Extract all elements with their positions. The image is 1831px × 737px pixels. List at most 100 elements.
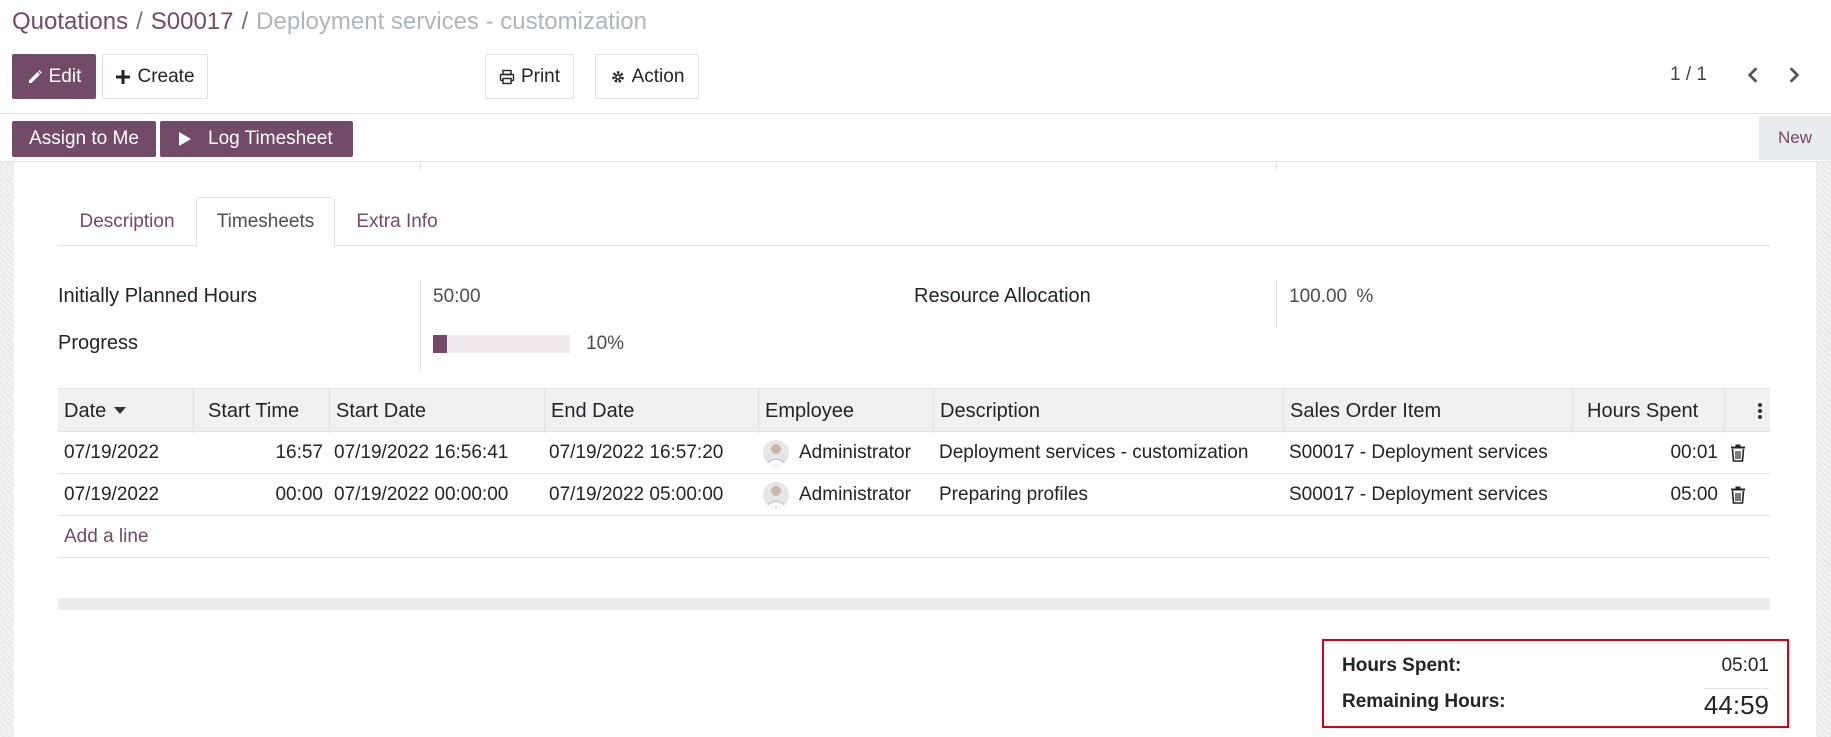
table-row[interactable]: 07/19/2022 16:57 07/19/2022 16:56:41 07/… — [58, 432, 1770, 474]
hours-spent-total-label: Hours Spent: — [1342, 655, 1462, 676]
edit-label: Edit — [48, 65, 82, 87]
trash-icon — [1731, 486, 1745, 504]
breadcrumb-quotations[interactable]: Quotations — [12, 8, 128, 35]
cell-start-date: 07/19/2022 00:00:00 — [334, 484, 509, 505]
user-avatar-icon — [766, 486, 786, 508]
assign-to-me-button[interactable]: Assign to Me — [12, 121, 156, 157]
field-divider — [420, 162, 421, 170]
column-description[interactable]: Description — [933, 389, 1283, 433]
column-employee[interactable]: Employee — [758, 389, 933, 433]
add-line-row: Add a line — [58, 516, 1770, 558]
column-hours-spent[interactable]: Hours Spent — [1572, 389, 1724, 433]
add-a-line-link[interactable]: Add a line — [64, 516, 149, 558]
field-divider — [1276, 162, 1277, 170]
field-divider — [420, 280, 421, 372]
progress-bar-fill — [433, 335, 447, 353]
column-end-date[interactable]: End Date — [544, 389, 758, 433]
chevron-left-icon — [1747, 67, 1758, 83]
field-divider — [1276, 280, 1277, 328]
column-date[interactable]: Date — [58, 389, 193, 433]
cell-date: 07/19/2022 — [64, 442, 160, 463]
hours-spent-total-value: 05:01 — [1721, 655, 1769, 676]
gear-icon — [611, 70, 624, 83]
cell-start-time: 00:00 — [275, 484, 323, 505]
column-start-time[interactable]: Start Time — [193, 389, 329, 433]
statusbar: Assign to Me Log Timesheet New — [0, 114, 1831, 162]
sheet-background-left — [0, 162, 14, 737]
cell-start-time: 16:57 — [275, 442, 323, 463]
employee-name: Administrator — [799, 442, 911, 463]
trash-icon — [1731, 444, 1745, 462]
play-icon — [179, 132, 191, 146]
planned-hours-label: Initially Planned Hours — [58, 285, 257, 307]
breadcrumb-separator: / — [136, 8, 143, 35]
breadcrumb-order[interactable]: S00017 — [151, 8, 234, 35]
table-header: Date Start Time Start Date End Date Empl… — [58, 388, 1770, 433]
printer-icon — [499, 69, 515, 84]
pencil-icon — [28, 69, 42, 83]
remaining-hours-label: Remaining Hours: — [1342, 691, 1506, 712]
tab-timesheets[interactable]: Timesheets — [196, 197, 335, 247]
cell-date: 07/19/2022 — [64, 484, 160, 505]
cell-hours-spent: 00:01 — [1670, 442, 1718, 463]
table-row[interactable]: 07/19/2022 00:00 07/19/2022 00:00:00 07/… — [58, 474, 1770, 516]
plus-icon — [116, 69, 131, 84]
progress-value: 10% — [586, 333, 625, 354]
column-start-date[interactable]: Start Date — [329, 389, 544, 433]
user-avatar-icon — [766, 444, 786, 466]
pager-next-button[interactable] — [1779, 60, 1809, 90]
pager-value[interactable]: 1 / 1 — [1670, 64, 1707, 86]
resource-allocation-field[interactable]: 100.00 % — [1289, 286, 1373, 308]
breadcrumb-current: Deployment services - customization — [256, 8, 647, 35]
cell-hours-spent: 05:00 — [1670, 484, 1718, 505]
remaining-hours-value: 44:59 — [1703, 690, 1769, 720]
breadcrumb: Quotations / S00017 / Deployment services - … — [12, 8, 647, 36]
vertical-dots-icon — [1758, 403, 1762, 419]
pager-previous-button[interactable] — [1738, 60, 1768, 90]
tab-description[interactable]: Description — [58, 197, 196, 246]
assign-to-me-label: Assign to Me — [29, 128, 139, 149]
delete-row-button[interactable] — [1730, 474, 1746, 516]
cell-description: Deployment services - customization — [939, 442, 1249, 463]
horizontal-scrollbar[interactable] — [58, 598, 1770, 610]
delete-row-button[interactable] — [1730, 432, 1746, 474]
cell-end-date: 07/19/2022 05:00:00 — [549, 484, 724, 505]
timesheet-totals: Hours Spent: 05:01 Remaining Hours: 44:5… — [1322, 639, 1789, 728]
tab-extra-info[interactable]: Extra Info — [335, 197, 459, 246]
log-timesheet-button[interactable]: Log Timesheet — [160, 121, 353, 157]
progress-bar — [433, 335, 570, 353]
stage-new[interactable]: New — [1759, 116, 1831, 160]
caret-down-icon — [114, 407, 127, 414]
column-date-label: Date — [64, 399, 107, 422]
cell-employee: Administrator — [763, 432, 911, 474]
cell-employee: Administrator — [763, 474, 911, 516]
action-button[interactable]: Action — [595, 54, 699, 99]
cell-sales-order-item: S00017 - Deployment services — [1289, 484, 1548, 505]
resource-allocation-unit: % — [1356, 286, 1374, 307]
column-sales-order-item[interactable]: Sales Order Item — [1283, 389, 1572, 433]
print-label: Print — [520, 65, 561, 87]
edit-button[interactable]: Edit — [12, 54, 96, 99]
create-label: Create — [137, 65, 195, 87]
cell-end-date: 07/19/2022 16:57:20 — [549, 442, 724, 463]
planned-hours-value[interactable]: 50:00 — [433, 286, 481, 308]
sheet-background-right — [1816, 162, 1831, 737]
avatar — [763, 440, 789, 466]
action-label: Action — [631, 65, 685, 87]
avatar — [763, 482, 789, 508]
cell-start-date: 07/19/2022 16:56:41 — [334, 442, 509, 463]
create-button[interactable]: Create — [102, 54, 208, 99]
cell-sales-order-item: S00017 - Deployment services — [1289, 442, 1548, 463]
totals-divider — [1704, 688, 1769, 689]
employee-name: Administrator — [799, 484, 911, 505]
resource-allocation-value: 100.00 — [1289, 286, 1348, 307]
control-panel: Quotations / S00017 / Deployment services - … — [0, 0, 1831, 114]
log-timesheet-label: Log Timesheet — [208, 128, 333, 149]
cell-description: Preparing profiles — [939, 484, 1088, 505]
print-button[interactable]: Print — [485, 54, 574, 99]
optional-columns-toggle[interactable] — [1724, 389, 1770, 433]
chevron-right-icon — [1789, 67, 1800, 83]
breadcrumb-separator: / — [241, 8, 249, 35]
progress-label: Progress — [58, 332, 139, 354]
resource-allocation-label: Resource Allocation — [914, 285, 1091, 307]
